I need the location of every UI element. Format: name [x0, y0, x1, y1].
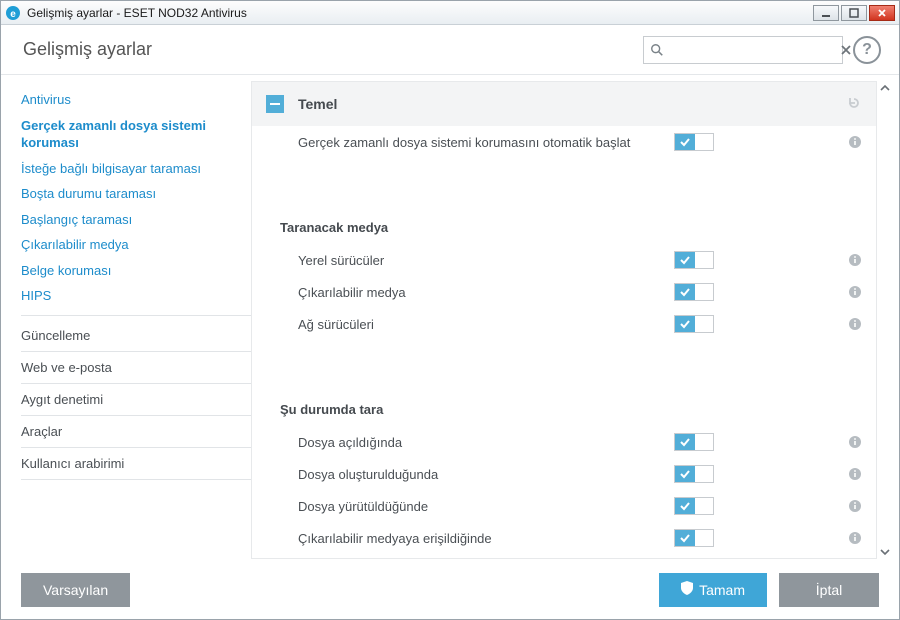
sidebar-sub-idle[interactable]: Boşta durumu taraması — [21, 181, 251, 207]
sidebar-item-ui[interactable]: Kullanıcı arabirimi — [21, 448, 251, 480]
subhead-scanon: Şu durumda tara — [252, 392, 876, 426]
info-icon[interactable] — [848, 317, 862, 331]
setting-label: Dosya oluşturulduğunda — [298, 467, 674, 482]
toggle-switch[interactable] — [674, 251, 714, 269]
toggle-switch[interactable] — [674, 433, 714, 451]
sidebar-item-web[interactable]: Web ve e-posta — [21, 352, 251, 384]
spacer — [252, 158, 876, 184]
info-icon[interactable] — [848, 467, 862, 481]
help-button[interactable]: ? — [853, 36, 881, 64]
reset-icon[interactable] — [846, 95, 862, 114]
scroll-down-icon[interactable] — [878, 545, 892, 559]
setting-label: Ağ sürücüleri — [298, 317, 674, 332]
window-buttons — [813, 5, 895, 21]
sidebar-sub-removable[interactable]: Çıkarılabilir medya — [21, 232, 251, 258]
search-box[interactable] — [643, 36, 843, 64]
setting-row: Çıkarılabilir medyaya erişildiğinde — [252, 522, 876, 554]
sidebar-sub-hips[interactable]: HIPS — [21, 283, 251, 309]
sidebar-sublist: Antivirus Gerçek zamanlı dosya sistemi k… — [21, 87, 251, 316]
setting-row: Gerçek zamanlı dosya sistemi korumasını … — [252, 126, 876, 158]
sidebar-item-update[interactable]: Güncelleme — [21, 320, 251, 352]
section-header-basic[interactable]: Temel — [252, 82, 876, 126]
ok-button[interactable]: Tamam — [659, 573, 767, 607]
scrollbar[interactable] — [877, 81, 893, 559]
scroll-up-icon[interactable] — [878, 81, 892, 95]
svg-text:e: e — [10, 9, 16, 20]
defaults-button[interactable]: Varsayılan — [21, 573, 130, 607]
sidebar-sub-realtime[interactable]: Gerçek zamanlı dosya sistemi koruması — [21, 113, 251, 156]
sidebar-item-device[interactable]: Aygıt denetimi — [21, 384, 251, 416]
search-input[interactable] — [664, 42, 840, 57]
main-panel: Temel Gerçek zamanlı dosya sistemi korum… — [251, 81, 877, 559]
toggle-switch[interactable] — [674, 465, 714, 483]
collapse-icon[interactable] — [266, 95, 284, 113]
setting-label: Yerel sürücüler — [298, 253, 674, 268]
info-icon[interactable] — [848, 531, 862, 545]
setting-row: Dosya yürütüldüğünde — [252, 490, 876, 522]
toggle-switch[interactable] — [674, 283, 714, 301]
close-button[interactable] — [869, 5, 895, 21]
app-window: e Gelişmiş ayarlar - ESET NOD32 Antiviru… — [0, 0, 900, 620]
setting-row: Yerel sürücüler — [252, 244, 876, 276]
titlebar: e Gelişmiş ayarlar - ESET NOD32 Antiviru… — [1, 1, 899, 25]
toggle-switch[interactable] — [674, 315, 714, 333]
sidebar-sub-ondemand[interactable]: İsteğe bağlı bilgisayar taraması — [21, 156, 251, 182]
main-wrap: Temel Gerçek zamanlı dosya sistemi korum… — [251, 81, 893, 559]
setting-label: Gerçek zamanlı dosya sistemi korumasını … — [298, 135, 674, 150]
info-icon[interactable] — [848, 499, 862, 513]
spacer — [252, 184, 876, 210]
section-title: Temel — [298, 96, 846, 112]
search-icon — [650, 43, 664, 57]
setting-row: Dosya açıldığında — [252, 426, 876, 458]
subhead-media: Taranacak medya — [252, 210, 876, 244]
sidebar-sub-startup[interactable]: Başlangıç taraması — [21, 207, 251, 233]
spacer — [252, 366, 876, 392]
info-icon[interactable] — [848, 285, 862, 299]
cancel-label: İptal — [816, 582, 842, 598]
toggle-switch[interactable] — [674, 497, 714, 515]
clear-search-icon[interactable] — [840, 44, 852, 56]
sidebar-sub-document[interactable]: Belge koruması — [21, 258, 251, 284]
app-icon: e — [5, 5, 21, 21]
setting-label: Çıkarılabilir medyaya erişildiğinde — [298, 531, 674, 546]
toggle-switch[interactable] — [674, 133, 714, 151]
topbar: Gelişmiş ayarlar ? — [1, 25, 899, 75]
cancel-button[interactable]: İptal — [779, 573, 879, 607]
sidebar: Antivirus Gerçek zamanlı dosya sistemi k… — [1, 81, 251, 559]
sidebar-item-tools[interactable]: Araçlar — [21, 416, 251, 448]
toggle-switch[interactable] — [674, 529, 714, 547]
minimize-button[interactable] — [813, 5, 839, 21]
setting-row: Dosya oluşturulduğunda — [252, 458, 876, 490]
sidebar-sub-antivirus[interactable]: Antivirus — [21, 87, 251, 113]
setting-label: Çıkarılabilir medya — [298, 285, 674, 300]
setting-label: Dosya yürütüldüğünde — [298, 499, 674, 514]
spacer — [252, 340, 876, 366]
info-icon[interactable] — [848, 135, 862, 149]
window-title: Gelişmiş ayarlar - ESET NOD32 Antivirus — [27, 6, 813, 20]
help-icon: ? — [862, 41, 872, 59]
setting-label: Dosya açıldığında — [298, 435, 674, 450]
ok-label: Tamam — [699, 582, 745, 598]
info-icon[interactable] — [848, 435, 862, 449]
info-icon[interactable] — [848, 253, 862, 267]
defaults-label: Varsayılan — [43, 582, 108, 598]
maximize-button[interactable] — [841, 5, 867, 21]
footer: Varsayılan Tamam İptal — [1, 559, 899, 619]
setting-row: Ağ sürücüleri — [252, 308, 876, 340]
body: Antivirus Gerçek zamanlı dosya sistemi k… — [1, 75, 899, 559]
shield-icon — [681, 581, 693, 598]
setting-row: Çıkarılabilir medya — [252, 276, 876, 308]
page-title: Gelişmiş ayarlar — [23, 39, 643, 60]
